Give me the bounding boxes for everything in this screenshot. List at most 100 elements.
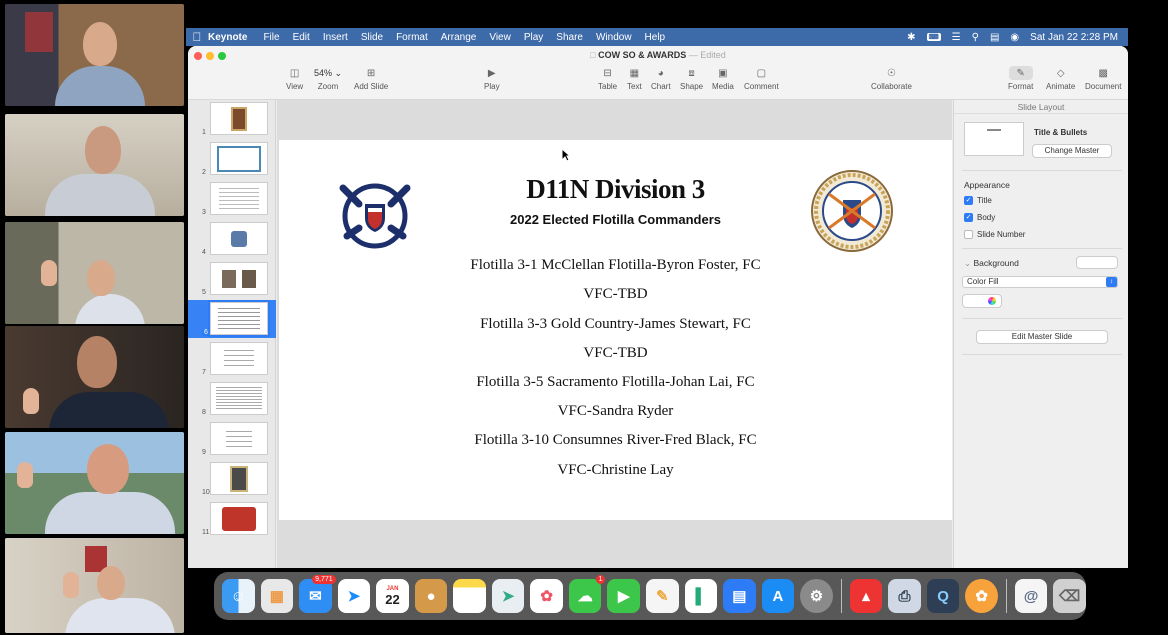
app-store-icon[interactable]: A (761, 579, 795, 613)
siri-icon[interactable]: ◉ (1010, 32, 1019, 43)
system-preferences-icon[interactable]: ⚙ (800, 579, 833, 613)
safari-icon[interactable]: ➤ (337, 579, 371, 613)
background-section-toggle[interactable]: ⌄ Background (964, 258, 1019, 269)
app-menu[interactable]: Keynote (208, 32, 247, 43)
contacts-icon[interactable]: ● (414, 579, 448, 613)
launchpad-icon[interactable]: ▦ (260, 579, 294, 613)
calendar-icon[interactable]: JAN 22 (376, 579, 409, 613)
web-document-icon[interactable]: @ (1014, 579, 1048, 613)
current-slide[interactable]: D11N Division 3 2022 Elected Flotilla Co… (279, 140, 952, 520)
facetime-icon[interactable]: ▶ (607, 579, 641, 613)
background-color-well[interactable] (1076, 256, 1118, 269)
menu-slide[interactable]: Slide (361, 32, 383, 43)
media-button[interactable]: ▣ Media (712, 66, 734, 92)
fill-type-select[interactable]: Color Fill ↕ (962, 276, 1118, 288)
slide-thumbnail[interactable]: 7 (188, 342, 276, 378)
participant-video-tile[interactable] (5, 432, 184, 534)
maps-icon[interactable]: ➤ (491, 579, 525, 613)
chart-button[interactable]: ◕ Chart (651, 66, 671, 92)
format-inspector-button[interactable]: ✎ Format (1008, 66, 1033, 91)
menu-file[interactable]: File (263, 32, 279, 43)
document-inspector-button[interactable]: ▩ Document (1085, 66, 1121, 92)
quicktime-icon[interactable]: Q (926, 579, 960, 613)
participant-video-tile[interactable] (5, 4, 184, 106)
flower-app-icon[interactable]: ✿ (965, 579, 998, 613)
spotlight-search-icon[interactable]: ⚲ (972, 32, 979, 43)
participant-video-tile[interactable] (5, 538, 184, 633)
edit-master-slide-button[interactable]: Edit Master Slide (976, 330, 1108, 344)
photos-icon[interactable]: ✿ (530, 579, 563, 613)
slide-body-line[interactable]: VFC-TBD (279, 286, 952, 303)
change-master-button[interactable]: Change Master (1032, 144, 1112, 158)
menu-window[interactable]: Window (596, 32, 632, 43)
video-participant-strip (0, 0, 186, 635)
menu-edit[interactable]: Edit (293, 32, 310, 43)
view-button[interactable]: ◫ View (286, 66, 303, 92)
fill-color-swatch[interactable] (962, 294, 1002, 308)
shape-button[interactable]: ⧈ Shape (680, 66, 703, 92)
pencil-app-icon[interactable]: ✎ (646, 579, 679, 613)
table-button[interactable]: ⊟ Table (598, 66, 617, 92)
slide-thumbnail[interactable]: 9 (188, 422, 276, 458)
comment-icon: ▢ (756, 67, 767, 79)
comment-button[interactable]: ▢ Comment (744, 66, 779, 92)
menu-view[interactable]: View (489, 32, 511, 43)
printer-icon[interactable]: ⎙ (888, 579, 921, 613)
trash-icon[interactable]: ⌫ (1053, 579, 1086, 613)
messages-icon[interactable]: ☁ 1 (568, 575, 606, 613)
slide-thumbnail[interactable]: 5 (188, 262, 276, 298)
slide-body-line[interactable]: VFC-TBD (279, 345, 952, 362)
acrobat-icon[interactable]: ▴ (849, 579, 883, 613)
participant-video-tile[interactable] (5, 114, 184, 216)
participant-video-tile[interactable] (5, 222, 184, 324)
numbers-icon[interactable]: ▌ (684, 579, 718, 613)
menu-format[interactable]: Format (396, 32, 428, 43)
menu-insert[interactable]: Insert (323, 32, 348, 43)
zoom-menu[interactable]: 54% ⌄ Zoom (314, 66, 342, 92)
slide-number-checkbox[interactable]: Slide Number (964, 230, 1025, 240)
slide-body-line[interactable]: Flotilla 3-10 Consumnes River-Fred Black… (279, 432, 952, 449)
slide-thumbnail[interactable]: 1 (188, 102, 276, 138)
body-checkbox[interactable]: ✓ Body (964, 213, 995, 223)
media-icon: ▣ (718, 67, 728, 79)
comment-label: Comment (744, 82, 779, 91)
slide-thumbnail[interactable]: 8 (188, 382, 276, 418)
collaborate-button[interactable]: ☉ Collaborate (871, 66, 912, 92)
slide-body-line[interactable]: VFC-Sandra Ryder (279, 403, 952, 420)
add-slide-button[interactable]: ⊞ Add Slide (354, 66, 388, 92)
menu-help[interactable]: Help (645, 32, 666, 43)
slide-thumbnail[interactable]: 11 (188, 502, 276, 538)
division-seal-emblem (811, 170, 893, 252)
menu-share[interactable]: Share (556, 32, 583, 43)
slide-thumbnail[interactable]: 4 (188, 222, 276, 258)
menu-bar-clock[interactable]: Sat Jan 22 2:28 PM (1030, 32, 1118, 43)
slide-thumbnail[interactable]: 10 (188, 462, 276, 498)
title-checkbox[interactable]: ✓ Title (964, 196, 992, 206)
slide-thumbnail-selected[interactable]: 6 (188, 300, 276, 338)
apple-menu-icon[interactable]:  (186, 30, 208, 44)
slide-thumbnail[interactable]: 3 (188, 182, 276, 218)
menu-play[interactable]: Play (524, 32, 543, 43)
keynote-icon[interactable]: ▤ (723, 579, 756, 613)
checkbox-checked-icon: ✓ (964, 213, 973, 223)
master-thumbnail[interactable] (964, 122, 1024, 156)
animate-inspector-button[interactable]: ◇ Animate (1046, 66, 1075, 92)
participant-video-tile[interactable] (5, 326, 184, 428)
slide-canvas[interactable]: D11N Division 3 2022 Elected Flotilla Co… (277, 100, 952, 568)
input-source-icon[interactable]: ⌨ (926, 33, 941, 41)
finder-icon[interactable]: ☺ (222, 579, 255, 613)
play-label: Play (484, 82, 500, 91)
notes-icon[interactable] (453, 579, 486, 613)
control-center-icon[interactable]: ▤ (990, 32, 999, 43)
play-button[interactable]: ▶ Play (484, 66, 500, 92)
slide-body-line[interactable]: VFC-Christine Lay (279, 462, 952, 479)
bluetooth-icon[interactable]: ✱ (907, 32, 915, 43)
mail-icon[interactable]: ✉ 9,771 (299, 575, 336, 613)
menu-arrange[interactable]: Arrange (441, 32, 477, 43)
slide-body-line[interactable]: Flotilla 3-1 McClellan Flotilla-Byron Fo… (279, 257, 952, 274)
slide-thumbnail[interactable]: 2 (188, 142, 276, 178)
slide-body-line[interactable]: Flotilla 3-5 Sacramento Flotilla-Johan L… (279, 374, 952, 391)
text-button[interactable]: ▦ Text (627, 66, 642, 92)
slide-body-line[interactable]: Flotilla 3-3 Gold Country-James Stewart,… (279, 316, 952, 333)
wifi-icon[interactable]: ☰ (952, 32, 961, 43)
